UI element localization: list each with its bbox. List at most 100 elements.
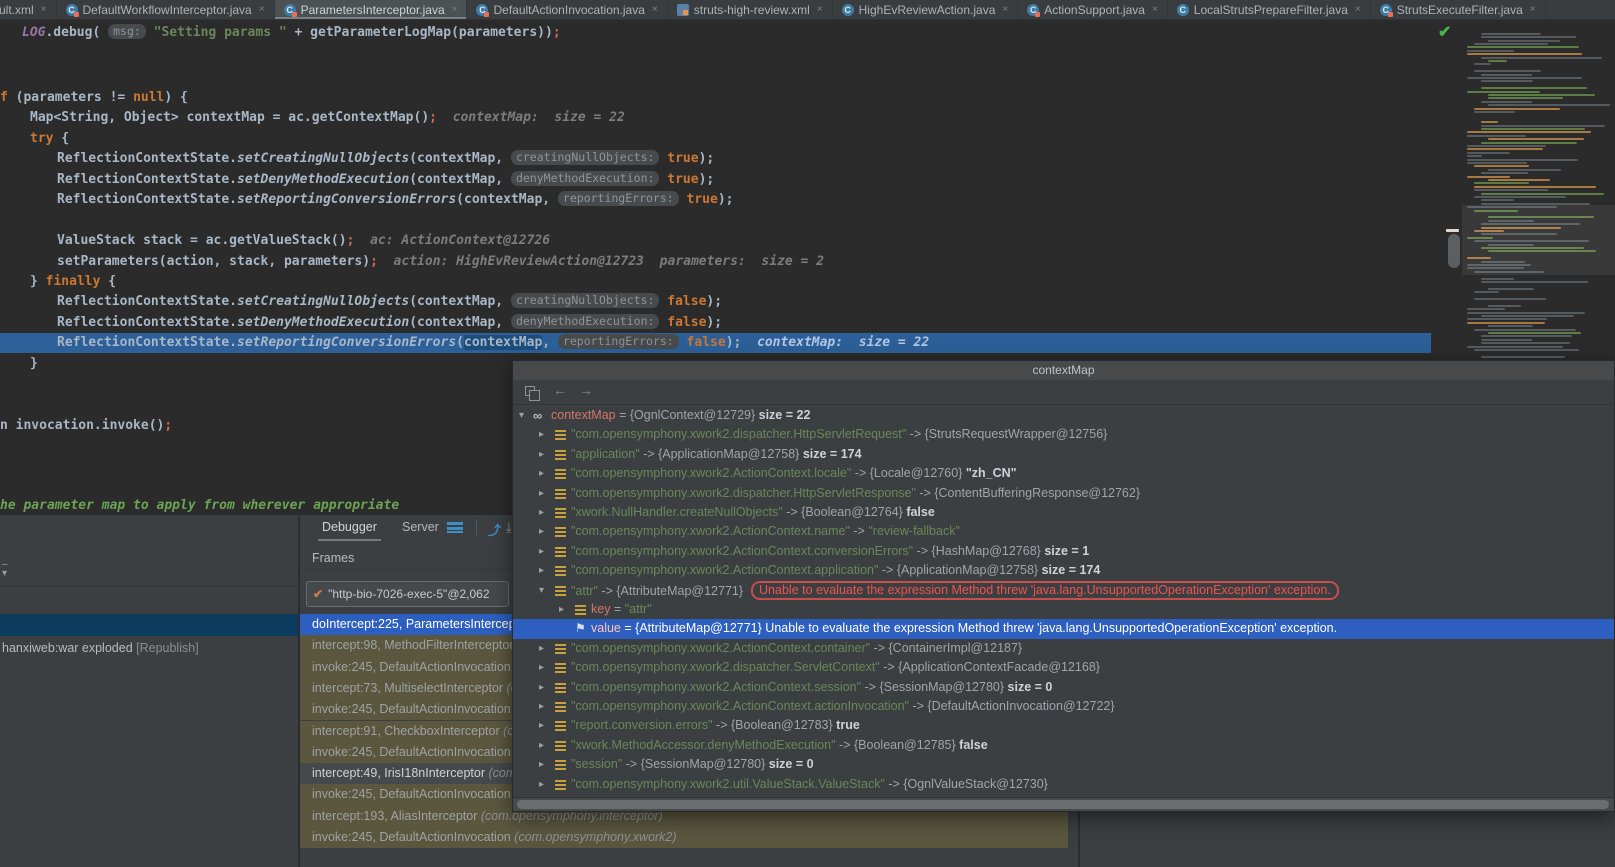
editor-scrollbar-thumb[interactable] (1448, 234, 1460, 268)
chevron-right-icon[interactable]: ▸ (539, 639, 544, 658)
value-icon (555, 683, 566, 693)
deployed-artifact-row[interactable]: hanxiweb:war exploded [Republish] (2, 638, 298, 658)
variable-tree-row[interactable]: ▸"com.opensymphony.xwork2.ActionContext.… (513, 464, 1614, 483)
close-tab-icon[interactable]: × (452, 4, 458, 15)
close-tab-icon[interactable]: × (1530, 4, 1536, 15)
code-minimap[interactable] (1462, 20, 1615, 360)
chevron-right-icon[interactable]: ▸ (539, 716, 544, 735)
code-line: ReflectionContextState.setCreatingNullOb… (57, 292, 722, 312)
stack-frame-row[interactable]: invoke:245, DefaultActionInvocation (com… (300, 827, 1068, 848)
minimap-code-bar (1481, 315, 1574, 317)
editor-tab-highevreviewaction-java[interactable]: CHighEvReviewAction.java× (833, 0, 1019, 19)
variable-tree-row[interactable]: ▸ "xwork.NullHandler.createNullObjects" -… (513, 503, 1614, 522)
chevron-right-icon[interactable]: ▸ (539, 561, 544, 580)
thread-selector[interactable]: ✔"http-bio-7026-exec-5"@2,062 (306, 581, 509, 607)
close-tab-icon[interactable]: × (259, 4, 265, 15)
forward-icon[interactable]: → (579, 382, 593, 398)
chevron-down-icon[interactable]: ▾ (539, 581, 544, 600)
variable-tree-row[interactable]: ▾∞contextMap = {OgnlContext@12729} size … (513, 406, 1614, 425)
variable-tree-row[interactable]: ▸"xwork.MethodAccessor.denyMethodExecuti… (513, 736, 1614, 755)
step-into-icon[interactable]: ⤓ (506, 520, 512, 536)
variable-tree-row[interactable]: ▸key = "attr" (513, 600, 1614, 619)
variable-tree-row[interactable]: ▸"com.opensymphony.xwork2.ActionContext.… (513, 522, 1614, 541)
minimap-code-bar (1467, 148, 1543, 150)
popup-hscrollbar[interactable] (513, 797, 1614, 811)
java-file-icon: C (66, 4, 78, 16)
minimap-code-bar (1474, 182, 1529, 184)
row-text: "com.opensymphony.xwork2.dispatcher.Serv… (571, 658, 1100, 677)
variable-tree-row[interactable]: ▸"com.opensymphony.xwork2.ActionContext.… (513, 697, 1614, 716)
variable-tree-row[interactable]: ▸ "com.opensymphony.xwork2.dispatcher.Ser… (513, 658, 1614, 677)
close-tab-icon[interactable]: × (1355, 4, 1361, 15)
variable-tree-row[interactable]: ▸"com.opensymphony.xwork2.ActionContext.… (513, 639, 1614, 658)
show-execution-point-icon[interactable]: ⤴ (488, 520, 501, 539)
variable-tree-row[interactable]: ▸"session" -> {SessionMap@12780} size = … (513, 755, 1614, 774)
chevron-right-icon[interactable]: ▸ (539, 755, 544, 774)
view-options-icon[interactable] (525, 386, 535, 396)
editor-tab-defaultworkflowinterceptor-java[interactable]: C DefaultWorkflowInterceptor.java × (57, 0, 275, 19)
variable-tree-row[interactable]: ▾ "attr" -> {AttributeMap@12771}Unable to… (513, 581, 1614, 600)
minimap-viewport[interactable] (1462, 205, 1615, 275)
chevron-right-icon[interactable]: ▸ (559, 600, 564, 619)
variable-tree-row[interactable]: ⚑value = {AttributeMap@12771} Unable to … (513, 619, 1614, 638)
chevron-down-icon[interactable]: ▾ (519, 406, 524, 425)
editor-tab-strutsexecutefilter-java[interactable]: CStrutsExecuteFilter.java× (1371, 0, 1546, 19)
minimap-code-bar (1488, 179, 1550, 181)
editor-tab-defaultactioninvocation-java[interactable]: CDefaultActionInvocation.java× (467, 0, 667, 19)
variable-tree-row[interactable]: ▸"com.opensymphony.xwork2.util.ValueStac… (513, 775, 1614, 794)
chevron-right-icon[interactable]: ▸ (539, 503, 544, 522)
tab-label: DefaultWorkflowInterceptor.java (83, 3, 252, 17)
variable-tree-row[interactable]: ▸"com.opensymphony.xwork2.ActionContext.… (513, 678, 1614, 697)
row-text: "xwork.NullHandler.createNullObjects" ->… (571, 503, 935, 522)
variable-tree-row[interactable]: ▸"application" -> {ApplicationMap@12758}… (513, 445, 1614, 464)
server-selected-row[interactable] (0, 614, 298, 636)
minimap-code-bar (1467, 145, 1546, 147)
chevron-right-icon[interactable]: ▸ (539, 678, 544, 697)
variable-tree-row[interactable]: ▸ "com.opensymphony.xwork2.ActionContext.… (513, 542, 1614, 561)
variable-tree-row[interactable]: ▸"com.opensymphony.xwork2.dispatcher.Htt… (513, 484, 1614, 503)
variable-tree-row[interactable]: ▸"com.opensymphony.xwork2.ActionContext.… (513, 561, 1614, 580)
popup-title[interactable]: contextMap (513, 361, 1614, 380)
minimap-code-bar (1467, 155, 1482, 157)
code-line: } finally { (30, 272, 116, 292)
close-tab-icon[interactable]: × (1152, 4, 1158, 15)
value-icon (555, 566, 566, 576)
chevron-right-icon[interactable]: ▸ (539, 697, 544, 716)
close-tab-icon[interactable]: × (1002, 4, 1008, 15)
chevron-right-icon[interactable]: ▸ (539, 736, 544, 755)
row-text: value = {AttributeMap@12771} Unable to e… (591, 619, 1337, 638)
editor-tab-localstrutspreparefilter-java[interactable]: CLocalStrutsPrepareFilter.java× (1168, 0, 1371, 19)
editor-tab-actionsupport-java[interactable]: CActionSupport.java× (1018, 0, 1168, 19)
close-tab-icon[interactable]: × (817, 4, 823, 15)
chevron-right-icon[interactable]: ▸ (539, 522, 544, 541)
frame-location: intercept:98, MethodFilterInterceptor (312, 638, 517, 652)
minimap-code-bar (1481, 87, 1587, 89)
close-tab-icon[interactable]: × (652, 4, 658, 15)
row-text: "attr" -> {AttributeMap@12771}Unable to … (571, 581, 1339, 601)
row-text: "com.opensymphony.xwork2.ActionContext.c… (571, 542, 1089, 561)
chevron-right-icon[interactable]: ▸ (539, 425, 544, 444)
variable-tree-row[interactable]: ▸"com.opensymphony.xwork2.dispatcher.Htt… (513, 425, 1614, 444)
back-icon[interactable]: ← (553, 382, 567, 398)
editor-tab-struts-high-review-xml[interactable]: struts-high-review.xml× (668, 0, 833, 19)
minimap-code-bar (1481, 193, 1604, 195)
minimap-code-bar (1467, 77, 1582, 79)
minimap-code-bar (1488, 169, 1561, 171)
collapse-icon[interactable]: –▾ (2, 560, 8, 578)
tab-server[interactable]: Server (402, 520, 439, 534)
chevron-right-icon[interactable]: ▸ (539, 484, 544, 503)
chevron-right-icon[interactable]: ▸ (539, 658, 544, 677)
chevron-right-icon[interactable]: ▸ (539, 542, 544, 561)
editor-tab-ult-xml[interactable]: ult.xml× (0, 0, 57, 19)
tab-debugger[interactable]: Debugger (322, 520, 377, 534)
variable-tree-row[interactable]: ▸"report.conversion.errors" -> {Boolean@… (513, 716, 1614, 735)
chevron-right-icon[interactable]: ▸ (539, 445, 544, 464)
minimap-code-bar (1474, 349, 1579, 351)
layout-settings-icon[interactable] (447, 522, 463, 533)
frame-location: doIntercept:225, ParametersInterceptor (312, 617, 534, 631)
close-tab-icon[interactable]: × (41, 4, 47, 15)
chevron-right-icon[interactable]: ▸ (539, 775, 544, 794)
chevron-right-icon[interactable]: ▸ (539, 464, 544, 483)
editor-tab-parametersinterceptor-java[interactable]: CParametersInterceptor.java× (275, 0, 468, 19)
code-line: ReflectionContextState.setReportingConve… (57, 190, 734, 210)
